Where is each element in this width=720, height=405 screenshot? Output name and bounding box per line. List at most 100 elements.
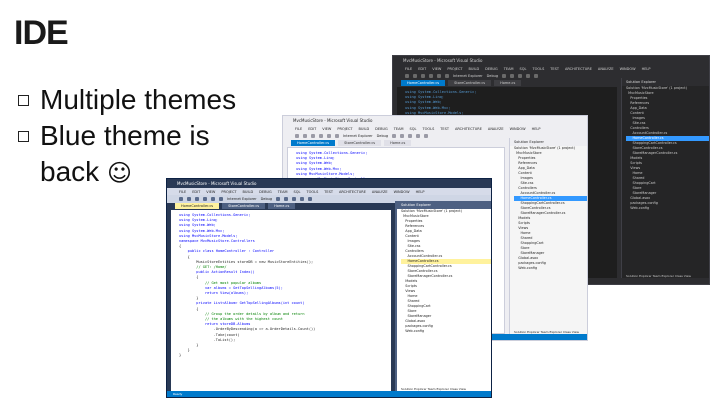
- menu-item[interactable]: PROJECT: [447, 67, 462, 71]
- menu-item[interactable]: DEBUG: [485, 67, 498, 71]
- menu-item[interactable]: TEST: [550, 67, 559, 71]
- document-tab[interactable]: Home.cs: [268, 203, 296, 209]
- bullet-square-icon: [18, 95, 29, 106]
- menu-bar: FILE EDIT VIEW PROJECT BUILD DEBUG TEAM SQL TOOL…: [283, 125, 587, 132]
- menu-item[interactable]: PROJECT: [221, 190, 236, 194]
- toolbar-button-icon[interactable]: [510, 74, 515, 78]
- document-tab[interactable]: HomeController.cs: [175, 203, 220, 209]
- toolbar-button-icon[interactable]: [195, 197, 199, 201]
- menu-item[interactable]: WINDOW: [620, 67, 636, 71]
- menu-item[interactable]: TEAM: [278, 190, 288, 194]
- toolbar-button-icon[interactable]: [179, 197, 183, 201]
- toolbar-button-icon[interactable]: [219, 197, 223, 201]
- toolbar-button-icon[interactable]: [335, 134, 339, 138]
- menu-item[interactable]: HELP: [642, 67, 651, 71]
- menu-item[interactable]: TEAM: [394, 127, 404, 131]
- menu-item[interactable]: SQL: [410, 127, 417, 131]
- menu-item[interactable]: WINDOW: [510, 127, 526, 131]
- document-tab[interactable]: StoreController.cs: [448, 80, 492, 86]
- toolbar-button-icon[interactable]: [295, 134, 299, 138]
- menu-item[interactable]: VIEW: [206, 190, 215, 194]
- code-line: }: [179, 353, 182, 358]
- menu-item[interactable]: VIEW: [432, 67, 441, 71]
- toolbar-button-icon[interactable]: [327, 134, 331, 138]
- menu-item[interactable]: EDIT: [308, 127, 316, 131]
- document-tab[interactable]: Home.cs: [494, 80, 522, 86]
- menu-bar: FILE EDIT VIEW PROJECT BUILD DEBUG TEAM SQL TOOL…: [393, 65, 709, 72]
- toolbar-button-icon[interactable]: [424, 134, 429, 138]
- toolbar-button-icon[interactable]: [421, 74, 425, 78]
- menu-item[interactable]: FILE: [295, 127, 302, 131]
- menu-item[interactable]: SQL: [294, 190, 301, 194]
- menu-item[interactable]: EDIT: [418, 67, 426, 71]
- menu-item[interactable]: ANALYZE: [372, 190, 388, 194]
- document-tab[interactable]: Home.cs: [384, 140, 412, 146]
- menu-item[interactable]: DEBUG: [259, 190, 272, 194]
- menu-item[interactable]: HELP: [532, 127, 541, 131]
- run-button[interactable]: Internet Explorer: [453, 74, 483, 78]
- toolbar-button-icon[interactable]: [300, 197, 305, 201]
- config-dropdown[interactable]: Debug: [487, 74, 499, 78]
- toolbar-button-icon[interactable]: [203, 197, 207, 201]
- menu-item[interactable]: PROJECT: [337, 127, 352, 131]
- toolbar-button-icon[interactable]: [413, 74, 417, 78]
- code-editor[interactable]: using System.Collections.Generic; using S…: [171, 210, 391, 391]
- toolbar-button-icon[interactable]: [408, 134, 413, 138]
- menu-item[interactable]: ANALYZE: [598, 67, 614, 71]
- config-dropdown[interactable]: Debug: [261, 197, 273, 201]
- toolbar-button-icon[interactable]: [534, 74, 539, 78]
- solution-explorer-panel: Solution Explorer Solution 'MvcMusicStore…: [395, 201, 491, 391]
- toolbar-button-icon[interactable]: [308, 197, 313, 201]
- menu-item[interactable]: FILE: [179, 190, 186, 194]
- document-tab[interactable]: StoreController.cs: [222, 203, 266, 209]
- menu-item[interactable]: BUILD: [243, 190, 254, 194]
- run-button[interactable]: Internet Explorer: [227, 197, 257, 201]
- menu-item[interactable]: TEST: [440, 127, 449, 131]
- menu-item[interactable]: SQL: [520, 67, 527, 71]
- menu-item[interactable]: WINDOW: [394, 190, 410, 194]
- menu-item[interactable]: BUILD: [469, 67, 480, 71]
- menu-item[interactable]: ARCHITECTURE: [455, 127, 482, 131]
- toolbar-button-icon[interactable]: [311, 134, 315, 138]
- solution-tree-item[interactable]: Web.config: [401, 329, 491, 334]
- solution-explorer-panel: Solution Explorer Solution 'MvcMusicStore…: [621, 78, 709, 278]
- menu-item[interactable]: ANALYZE: [488, 127, 504, 131]
- menu-item[interactable]: TOOLS: [306, 190, 318, 194]
- toolbar-button-icon[interactable]: [276, 197, 281, 201]
- document-tab[interactable]: HomeController.cs: [291, 140, 336, 146]
- toolbar-button-icon[interactable]: [400, 134, 405, 138]
- toolbar-button-icon[interactable]: [303, 134, 307, 138]
- menu-item[interactable]: HELP: [416, 190, 425, 194]
- solution-tree-item[interactable]: Web.config: [514, 266, 587, 271]
- toolbar-button-icon[interactable]: [405, 74, 409, 78]
- menu-item[interactable]: TEST: [324, 190, 333, 194]
- run-button[interactable]: Internet Explorer: [343, 134, 373, 138]
- toolbar-button-icon[interactable]: [284, 197, 289, 201]
- menu-item[interactable]: DEBUG: [375, 127, 388, 131]
- toolbar-button-icon[interactable]: [518, 74, 523, 78]
- menu-item[interactable]: ARCHITECTURE: [565, 67, 592, 71]
- document-tab[interactable]: StoreController.cs: [338, 140, 382, 146]
- toolbar-button-icon[interactable]: [502, 74, 507, 78]
- toolbar-button-icon[interactable]: [187, 197, 191, 201]
- menu-item[interactable]: VIEW: [322, 127, 331, 131]
- menu-item[interactable]: TOOLS: [532, 67, 544, 71]
- toolbar-button-icon[interactable]: [292, 197, 297, 201]
- toolbar-button-icon[interactable]: [392, 134, 397, 138]
- menu-item[interactable]: ARCHITECTURE: [339, 190, 366, 194]
- config-dropdown[interactable]: Debug: [377, 134, 389, 138]
- menu-item[interactable]: BUILD: [359, 127, 370, 131]
- menu-item[interactable]: EDIT: [192, 190, 200, 194]
- menu-item[interactable]: TEAM: [504, 67, 514, 71]
- toolbar-button-icon[interactable]: [526, 74, 531, 78]
- toolbar-button-icon[interactable]: [416, 134, 421, 138]
- toolbar-button-icon[interactable]: [437, 74, 441, 78]
- toolbar-button-icon[interactable]: [211, 197, 215, 201]
- document-tab[interactable]: HomeController.cs: [401, 80, 446, 86]
- toolbar-button-icon[interactable]: [429, 74, 433, 78]
- menu-item[interactable]: TOOLS: [422, 127, 434, 131]
- toolbar-button-icon[interactable]: [319, 134, 323, 138]
- toolbar-button-icon[interactable]: [445, 74, 449, 78]
- solution-tree-item[interactable]: Web.config: [626, 206, 709, 211]
- menu-item[interactable]: FILE: [405, 67, 412, 71]
